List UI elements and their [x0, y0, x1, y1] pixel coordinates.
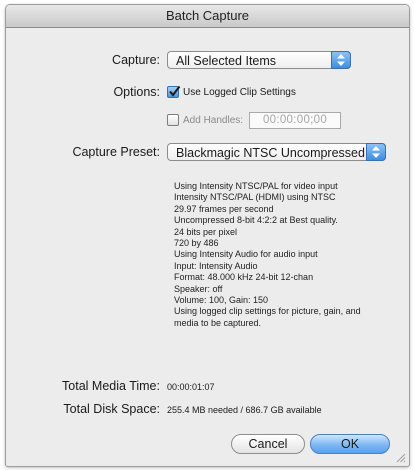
use-logged-clip-settings-checkbox[interactable]: [167, 85, 181, 98]
total-media-time-value: 00:00:01:07: [167, 382, 215, 392]
description-line: 24 bits per pixel: [174, 226, 238, 237]
total-media-time-label: Total Media Time:: [62, 379, 160, 393]
description-line: Using Intensity Audio for audio input: [174, 249, 318, 260]
up-down-arrows-icon: [366, 143, 386, 161]
description-line: Uncompressed 8-bit 4:2:2 at Best quality…: [174, 215, 338, 226]
total-disk-space-value: 255.4 MB needed / 686.7 GB available: [167, 405, 322, 415]
description-line: Format: 48.000 kHz 24-bit 12-chan: [174, 272, 314, 283]
batch-capture-window: Batch Capture Capture: All Selected Item…: [5, 4, 410, 467]
ok-button[interactable]: OK: [310, 434, 390, 454]
options-label: Options:: [113, 85, 160, 99]
description-line: Speaker: off: [174, 283, 223, 294]
window-title: Batch Capture: [6, 5, 409, 28]
capture-popup-value: All Selected Items: [176, 54, 277, 68]
description-line: Input: Intensity Audio: [174, 260, 258, 271]
description-line: Using logged clip settings for picture, …: [174, 306, 361, 317]
description-line: Intensity NTSC/PAL (HDMI) using NTSC: [174, 192, 336, 203]
description-line: 29.97 frames per second: [174, 203, 274, 214]
preset-description: Using Intensity NTSC/PAL for video input…: [174, 181, 374, 329]
up-down-arrows-icon: [331, 51, 351, 69]
description-line: Using Intensity NTSC/PAL for video input: [174, 181, 338, 191]
capture-preset-value: Blackmagic NTSC Uncompressed: [176, 146, 365, 160]
resize-grip-icon[interactable]: [396, 453, 406, 463]
cancel-button[interactable]: Cancel: [231, 434, 305, 454]
capture-popup[interactable]: All Selected Items: [167, 51, 351, 69]
use-logged-clip-settings-label: Use Logged Clip Settings: [183, 87, 296, 98]
handles-timecode-field[interactable]: 00:00:00;00: [249, 112, 341, 129]
capture-preset-popup[interactable]: Blackmagic NTSC Uncompressed: [167, 143, 386, 161]
capture-preset-label: Capture Preset:: [72, 145, 160, 159]
description-line: 720 by 486: [174, 238, 219, 249]
add-handles-checkbox[interactable]: [167, 114, 179, 126]
description-line: Volume: 100, Gain: 150: [174, 295, 269, 306]
capture-label: Capture:: [112, 53, 160, 67]
checkmark-icon: [169, 85, 181, 97]
description-line: media to be captured.: [174, 317, 262, 328]
total-disk-space-label: Total Disk Space:: [63, 402, 160, 416]
add-handles-label: Add Handles:: [183, 115, 244, 126]
